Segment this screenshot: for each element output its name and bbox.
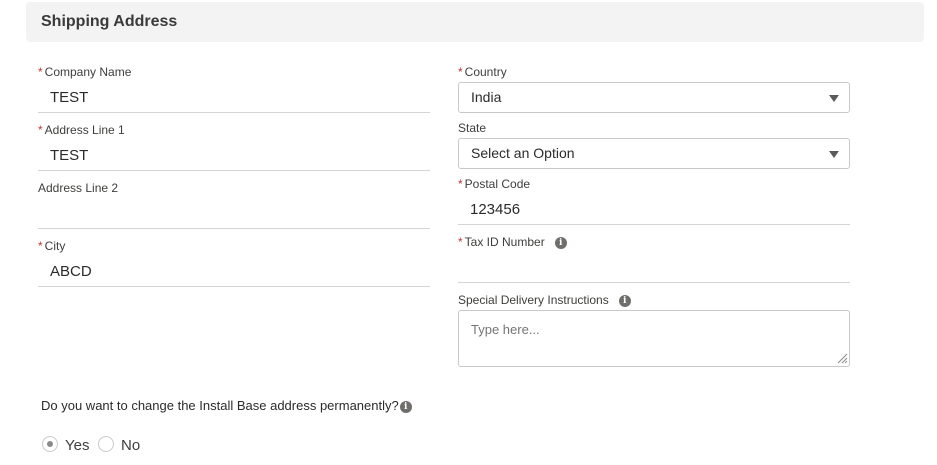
install-base-question-text: Do you want to change the Install Base a… [41, 398, 399, 413]
info-icon[interactable]: i [618, 294, 631, 307]
tax-id-label: * Tax ID Number i [458, 235, 567, 249]
address-line-1-label: * Address Line 1 [38, 123, 125, 137]
required-marker: * [38, 239, 43, 253]
chevron-down-icon [829, 95, 839, 102]
country-select[interactable]: India [458, 82, 850, 113]
country-label: * Country [458, 65, 507, 79]
state-selected-value: Select an Option [471, 145, 575, 161]
country-label-text: Country [464, 65, 507, 79]
tax-id-input[interactable] [458, 253, 850, 283]
resize-grip-icon[interactable] [837, 353, 848, 364]
no-radio[interactable] [98, 436, 114, 452]
city-label-text: City [44, 239, 66, 253]
address-line-1-input[interactable] [38, 141, 430, 171]
required-marker: * [38, 65, 43, 79]
postal-code-input[interactable] [458, 195, 850, 225]
tax-id-label-text: Tax ID Number [464, 235, 545, 249]
required-marker: * [458, 65, 463, 79]
required-marker: * [38, 123, 43, 137]
address-line-1-label-text: Address Line 1 [44, 123, 125, 137]
info-icon[interactable]: i [554, 236, 567, 249]
required-marker: * [458, 177, 463, 191]
postal-code-label-text: Postal Code [464, 177, 531, 191]
info-icon[interactable]: i [399, 400, 412, 413]
postal-code-label: * Postal Code [458, 177, 530, 191]
city-input[interactable] [38, 257, 430, 287]
company-name-label: * Company Name [38, 65, 131, 79]
section-title: Shipping Address [41, 13, 178, 30]
special-instructions-textarea[interactable] [458, 310, 850, 367]
required-marker: * [458, 235, 463, 249]
state-select[interactable]: Select an Option [458, 138, 850, 169]
special-instructions-label: Special Delivery Instructions i [458, 293, 631, 307]
city-label: * City [38, 239, 65, 253]
yes-radio-label[interactable]: Yes [65, 437, 89, 454]
section-header: Shipping Address [26, 2, 924, 42]
address-line-2-label: Address Line 2 [38, 181, 119, 195]
state-label: State [458, 121, 487, 135]
no-radio-label[interactable]: No [121, 437, 140, 454]
address-line-2-input[interactable] [38, 199, 430, 229]
special-instructions-label-text: Special Delivery Instructions [458, 293, 609, 307]
chevron-down-icon [829, 151, 839, 158]
install-base-question: Do you want to change the Install Base a… [41, 398, 412, 413]
country-selected-value: India [471, 89, 502, 105]
company-name-label-text: Company Name [44, 65, 132, 79]
company-name-input[interactable] [38, 83, 430, 113]
yes-radio[interactable] [42, 436, 58, 452]
